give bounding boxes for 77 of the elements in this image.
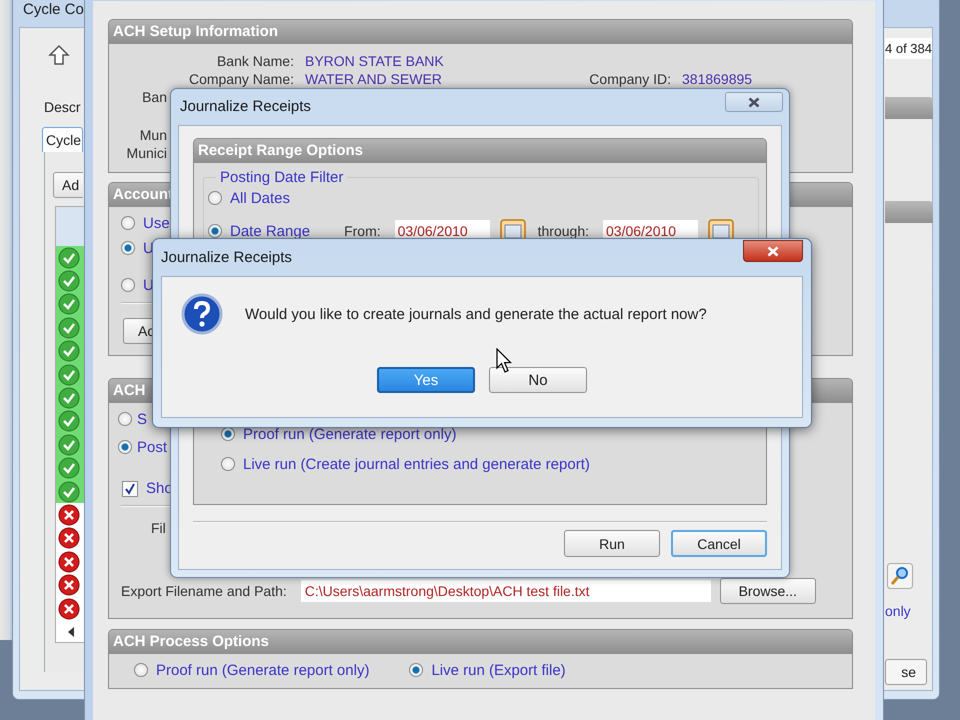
radio-button[interactable] xyxy=(118,440,132,454)
browse-button[interactable]: Browse... xyxy=(720,578,816,604)
radio-label[interactable]: Live run (Export file) xyxy=(431,662,566,678)
panel-header: ACH Setup Information xyxy=(109,20,852,44)
window-title: Journalize Receipts xyxy=(161,249,292,266)
radio-button[interactable] xyxy=(121,278,135,292)
panel-header: Receipt Range Options xyxy=(194,139,766,163)
radio-label[interactable]: Use xyxy=(143,214,170,232)
check-icon xyxy=(58,316,80,339)
radio-button[interactable] xyxy=(409,663,424,677)
field-label: Descr xyxy=(44,99,81,115)
radio-button[interactable] xyxy=(221,457,235,471)
group-label: Posting Date Filter xyxy=(219,169,344,186)
list-header xyxy=(56,207,86,246)
field-value: WATER AND SEWER xyxy=(305,70,443,88)
button[interactable]: Yes xyxy=(377,367,475,393)
field-label: Fil xyxy=(151,520,167,536)
radio-button[interactable] xyxy=(121,241,135,255)
check-icon xyxy=(58,246,80,269)
tab[interactable]: Cycle xyxy=(42,127,84,152)
field-label: through: xyxy=(538,223,589,239)
magnifier-icon xyxy=(887,563,913,589)
radio-button[interactable] xyxy=(121,216,135,230)
button[interactable]: Cancel xyxy=(671,530,767,557)
checkmark-icon xyxy=(124,482,136,494)
radio-label[interactable]: Proof run (Generate report only) xyxy=(156,662,370,678)
check-icon xyxy=(58,293,80,316)
radio-label[interactable]: Proof run (Generate report only) xyxy=(243,426,456,442)
check-icon xyxy=(58,364,80,386)
field-value: BYRON STATE BANK xyxy=(305,52,445,70)
field-label: Munici xyxy=(126,144,167,162)
close-button[interactable] xyxy=(743,240,803,262)
checkbox[interactable] xyxy=(122,480,138,496)
field-label: Company Name: xyxy=(188,70,294,88)
radio-label[interactable]: All Dates xyxy=(230,190,290,206)
field-label: From: xyxy=(344,223,381,239)
input-field[interactable]: C:\Users\aarmstrong\Desktop\ACH test file.txt xyxy=(300,580,711,602)
radio-label[interactable]: Date Range xyxy=(230,222,310,240)
close-icon xyxy=(748,96,760,108)
record-counter: 4 of 384 xyxy=(885,38,932,59)
scroll-left-icon xyxy=(66,626,76,638)
radio-button[interactable] xyxy=(134,663,148,677)
radio-button[interactable] xyxy=(208,191,222,205)
radio-button[interactable] xyxy=(118,412,132,426)
field-label: Bank Name: xyxy=(216,52,294,70)
field-label: Company ID: xyxy=(588,70,671,88)
check-icon xyxy=(58,340,80,362)
window-title: Journalize Receipts xyxy=(180,98,311,115)
check-icon xyxy=(58,434,80,456)
check-icon xyxy=(58,457,80,480)
window-title: Cycle Co xyxy=(22,0,85,20)
field-label: Ban xyxy=(141,88,167,106)
question-icon xyxy=(181,293,223,335)
check-icon xyxy=(58,270,80,292)
close-icon xyxy=(767,246,779,256)
mouse-pointer-icon xyxy=(496,348,512,374)
panel-header: ACH Process Options xyxy=(109,630,852,654)
field-value: 381869895 xyxy=(682,70,754,88)
panel-header xyxy=(885,201,933,223)
check-icon xyxy=(58,387,80,410)
button[interactable]: No xyxy=(489,367,587,393)
field-label: Mun xyxy=(138,126,167,144)
radio-button[interactable] xyxy=(208,224,222,238)
radio-button[interactable] xyxy=(221,427,235,441)
up-arrow-icon xyxy=(48,44,70,66)
check-icon xyxy=(58,410,80,432)
message-text: Would you like to create journals and generate the actual report now? xyxy=(245,306,707,322)
option-label: only xyxy=(885,603,911,619)
radio-label[interactable]: Live run (Create journal entries and generate report) xyxy=(243,456,590,472)
field-label: Export Filename and Path: xyxy=(121,583,287,599)
button[interactable]: se xyxy=(885,659,927,685)
button[interactable]: Run xyxy=(564,530,660,557)
radio-label[interactable]: S xyxy=(137,410,148,428)
radio-label[interactable]: Post xyxy=(137,438,168,456)
panel-header xyxy=(885,97,933,119)
close-button[interactable] xyxy=(725,92,783,112)
add-button[interactable]: Ad xyxy=(53,172,83,198)
